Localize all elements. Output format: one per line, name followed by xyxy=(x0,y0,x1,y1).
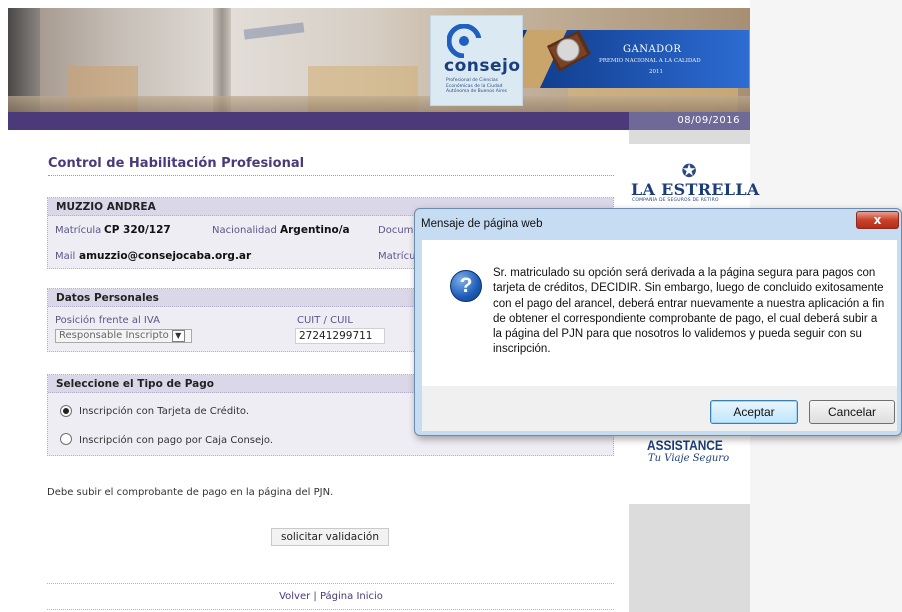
footer-nav: Volver | Página Inicio xyxy=(0,591,662,602)
question-icon: ? xyxy=(450,270,482,302)
matricula-label: Matrícula xyxy=(55,225,102,236)
ad-assistance-name[interactable]: ASSISTANCE xyxy=(647,437,723,453)
award-medal-icon xyxy=(547,30,591,72)
aceptar-button[interactable]: Aceptar xyxy=(710,400,798,424)
consejo-logo[interactable]: consejo Profesional de Ciencias Económic… xyxy=(430,15,523,106)
nacionalidad-label: Nacionalidad xyxy=(212,225,277,236)
ad-estrella-subtitle: COMPAÑÍA DE SEGUROS DE RETIRO xyxy=(632,198,719,203)
dialog-title: Mensaje de página web xyxy=(421,218,543,230)
page-title: Control de Habilitación Profesional xyxy=(48,156,305,171)
banner-floor xyxy=(8,96,750,112)
award-banner: GANADOR PREMIO NACIONAL A LA CALIDAD 201… xyxy=(523,30,749,88)
dialog-message: Sr. matriculado su opción será derivada … xyxy=(493,267,885,356)
footer-separator: | xyxy=(313,591,317,602)
current-date: 08/09/2016 xyxy=(677,115,740,126)
radio-caja[interactable] xyxy=(60,433,72,445)
award-title: GANADOR xyxy=(623,44,682,55)
upload-note: Debe subir el comprobante de pago en la … xyxy=(47,487,334,498)
chevron-down-icon[interactable]: ▼ xyxy=(171,330,185,342)
radio-tarjeta-label[interactable]: Inscripción con Tarjeta de Crédito. xyxy=(79,406,249,417)
radio-tarjeta[interactable] xyxy=(60,405,72,417)
nacionalidad-value: Argentino/a xyxy=(280,224,350,236)
dialog-body: ? Sr. matriculado su opción será derivad… xyxy=(422,240,897,386)
footer-divider xyxy=(47,583,614,584)
iva-select-value: Responsable Inscripto xyxy=(59,330,169,341)
matricula-value: CP 320/127 xyxy=(104,224,171,236)
iva-label: Posición frente al IVA xyxy=(55,315,160,326)
header-bar xyxy=(8,112,629,130)
mail-label: Mail xyxy=(55,251,76,262)
close-icon[interactable]: x xyxy=(856,211,899,229)
documento-label: Docum xyxy=(378,225,414,236)
solicitar-validacion-button[interactable]: solicitar validación xyxy=(271,528,389,546)
cuit-field[interactable]: 27241299711 xyxy=(295,328,385,344)
cuit-label: CUIT / CUIL xyxy=(297,315,353,326)
logo-subtitle: Profesional de Ciencias Económicas de la… xyxy=(446,78,507,94)
cancelar-button[interactable]: Cancelar xyxy=(809,400,895,424)
award-subtitle: PREMIO NACIONAL A LA CALIDAD xyxy=(599,58,701,64)
matricula2-label: Matrícu xyxy=(378,251,416,262)
pagina-inicio-link[interactable]: Página Inicio xyxy=(320,591,383,602)
date-bar: 08/09/2016 xyxy=(629,112,750,130)
title-divider xyxy=(48,175,614,176)
ad-estrella-name[interactable]: LA ESTRELLA xyxy=(631,180,760,199)
radio-caja-label[interactable]: Inscripción con pago por Caja Consejo. xyxy=(79,435,273,446)
banner-sign xyxy=(243,22,305,40)
consejo-logo-icon xyxy=(447,24,481,58)
dialog-footer: Aceptar Cancelar xyxy=(422,386,897,431)
footer-divider xyxy=(47,609,614,610)
award-year: 2011 xyxy=(649,69,663,75)
logo-name: consejo xyxy=(444,56,521,76)
volver-link[interactable]: Volver xyxy=(279,591,310,602)
star-icon: ✪ xyxy=(681,161,697,182)
message-dialog: Mensaje de página web x ? Sr. matriculad… xyxy=(414,208,902,436)
iva-select[interactable]: Responsable Inscripto ▼ xyxy=(55,329,192,343)
ad-assistance-tagline: Tu Viaje Seguro xyxy=(648,453,730,464)
mail-value: amuzzio@consejocaba.org.ar xyxy=(79,250,252,262)
